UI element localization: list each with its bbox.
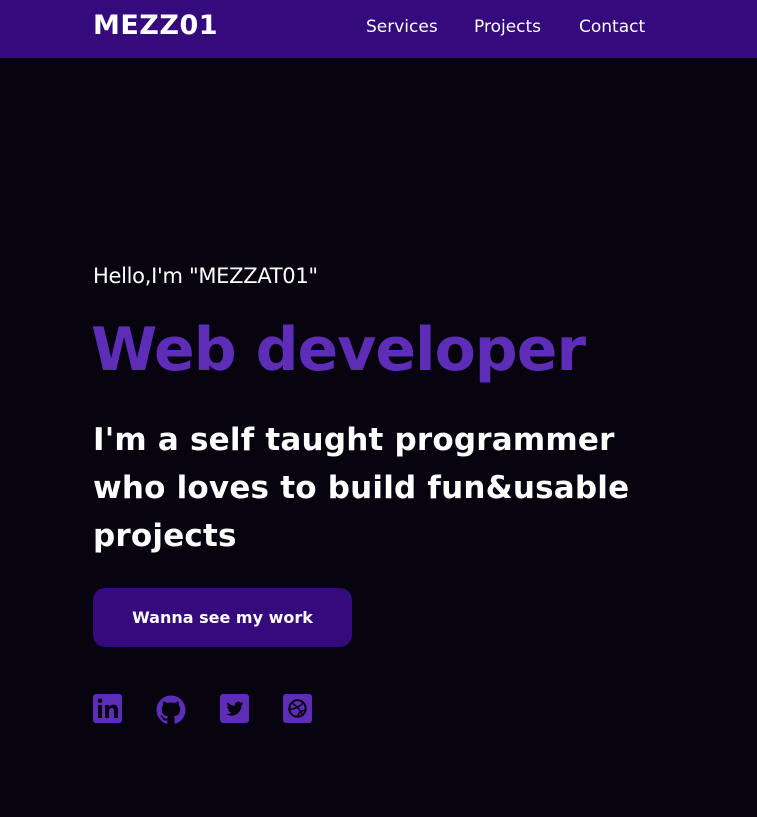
twitter-link[interactable] <box>220 694 252 726</box>
linkedin-link[interactable] <box>93 694 125 726</box>
social-links <box>93 694 333 728</box>
nav-link-projects[interactable]: Projects <box>474 15 541 39</box>
see-work-button[interactable]: Wanna see my work <box>93 588 352 647</box>
site-logo[interactable]: MEZZ01 <box>93 9 218 43</box>
github-link[interactable] <box>155 694 187 726</box>
dribbble-link[interactable] <box>283 694 315 726</box>
github-icon <box>156 695 186 724</box>
nav-link-contact[interactable]: Contact <box>579 15 645 39</box>
linkedin-icon <box>93 694 122 723</box>
dribbble-icon <box>283 694 312 723</box>
navbar: MEZZ01 Services Projects Contact <box>0 0 757 58</box>
nav-link-services[interactable]: Services <box>366 15 438 39</box>
hero-tagline: I'm a self taught programmer who loves t… <box>93 422 630 554</box>
hero-role-title: Web developer <box>91 315 586 385</box>
twitter-icon <box>220 694 249 723</box>
hero-greeting: Hello,I'm "MEZZAT01" <box>93 264 318 288</box>
